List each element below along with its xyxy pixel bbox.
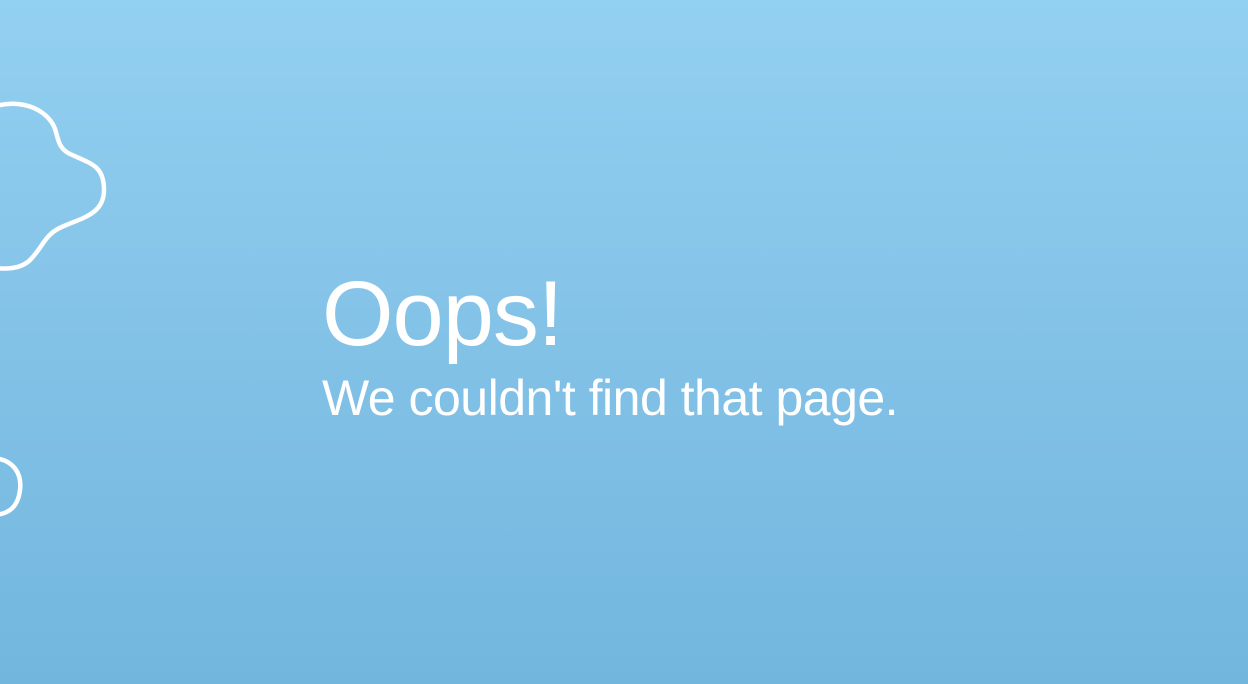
error-message: Oops! We couldn't find that page. xyxy=(322,260,1102,460)
cloud-bottom-outline xyxy=(0,456,23,517)
error-subheading: We couldn't find that page. xyxy=(322,370,899,426)
cloud-top-outline xyxy=(0,101,107,271)
error-headline: Oops! xyxy=(322,263,563,365)
